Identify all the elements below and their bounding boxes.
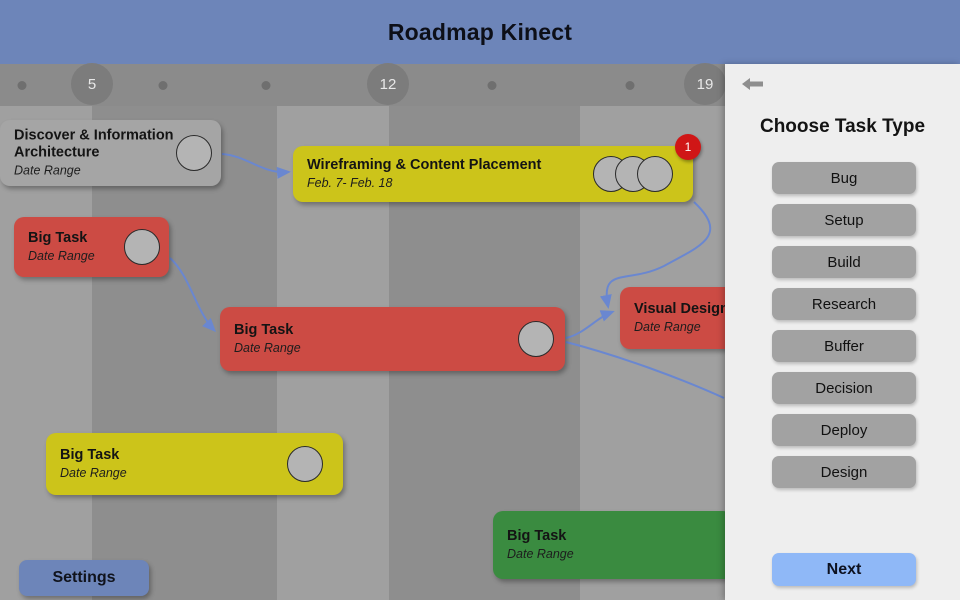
task-type-list: Bug Setup Build Research Buffer Decision Deplo…	[772, 162, 916, 498]
task-card-subtitle: Feb. 7- Feb. 18	[307, 176, 393, 190]
task-card-title: Wireframing & Content Placement	[307, 157, 542, 173]
task-card-body: Big Task Date Range	[60, 447, 127, 481]
avatar[interactable]	[124, 229, 160, 265]
task-card-body: Big Task Date Range	[234, 322, 301, 356]
task-card-body: Big Task Date Range	[28, 230, 95, 264]
task-card-wireframing[interactable]: Wireframing & Content Placement Feb. 7- F…	[293, 134, 701, 202]
task-card-body: Wireframing & Content Placement Feb. 7- F…	[307, 157, 541, 191]
task-card-subtitle: Date Range	[234, 341, 301, 355]
task-card-subtitle: Date Range	[28, 249, 95, 263]
avatar[interactable]	[176, 135, 212, 171]
app-header: Roadmap Kinect	[0, 0, 960, 64]
task-card-subtitle: Date Range	[634, 320, 701, 334]
panel-title: Choose Task Type	[759, 116, 926, 137]
task-card-subtitle: Date Range	[14, 163, 81, 178]
task-card-body: Big Task Date Range	[507, 528, 574, 562]
choose-task-type-panel: Choose Task Type Bug Setup Build Research Bu…	[725, 64, 960, 600]
task-card-subtitle: Date Range	[60, 466, 127, 480]
avatar[interactable]	[637, 156, 673, 192]
avatar-group[interactable]	[176, 135, 212, 171]
task-card-body: Discover & Information Architecture Date …	[14, 128, 186, 179]
task-type-button-setup[interactable]: Setup	[772, 204, 916, 236]
status-badge[interactable]: 1	[675, 134, 701, 160]
task-card-big-task-red-2[interactable]: Big Task Date Range	[220, 307, 565, 371]
task-card-title: Big Task	[60, 447, 120, 463]
task-card-big-task-green[interactable]: Big Task Date Range	[493, 511, 733, 579]
page-title: Roadmap Kinect	[387, 18, 573, 45]
settings-button[interactable]: Settings	[19, 560, 149, 596]
task-card-discover[interactable]: Discover & Information Architecture Date …	[0, 120, 221, 186]
task-card-body: Visual Design Date Range	[634, 301, 729, 335]
task-card-subtitle: Date Range	[507, 547, 574, 561]
task-card-title: Big Task	[234, 322, 294, 338]
avatar[interactable]	[518, 321, 554, 357]
app-root: Roadmap Kinect 5 12 19 Discover & Inform…	[0, 0, 960, 600]
task-type-button-decision[interactable]: Decision	[772, 372, 916, 404]
task-card-title: Big Task	[28, 230, 88, 246]
task-card-title: Visual Design	[634, 301, 729, 317]
task-type-button-bug[interactable]: Bug	[772, 162, 916, 194]
task-type-button-build[interactable]: Build	[772, 246, 916, 278]
timeline-dot	[17, 81, 27, 90]
task-type-button-design[interactable]: Design	[772, 456, 916, 488]
avatar-group[interactable]	[124, 229, 160, 265]
timeline-dot	[261, 81, 271, 90]
avatar-group[interactable]	[593, 156, 673, 192]
task-card-title: Discover & Information Architecture	[14, 127, 174, 161]
timeline-marker-5[interactable]: 5	[71, 63, 113, 105]
avatar-group[interactable]	[518, 321, 554, 357]
back-arrow-icon[interactable]	[738, 69, 768, 99]
avatar[interactable]	[287, 446, 323, 482]
timeline-dot	[625, 81, 635, 90]
timeline-marker-12[interactable]: 12	[367, 63, 409, 105]
task-card-big-task-red-1[interactable]: Big Task Date Range	[14, 217, 169, 277]
timeline-dot	[487, 81, 497, 90]
task-type-button-deploy[interactable]: Deploy	[772, 414, 916, 446]
task-type-button-research[interactable]: Research	[772, 288, 916, 320]
task-type-button-buffer[interactable]: Buffer	[772, 330, 916, 362]
task-card-title: Big Task	[507, 528, 567, 544]
timeline-marker-19[interactable]: 19	[684, 63, 726, 105]
timeline-dot	[158, 81, 168, 90]
next-button[interactable]: Next	[772, 553, 916, 586]
avatar-group[interactable]	[287, 446, 323, 482]
task-card-big-task-yellow[interactable]: Big Task Date Range	[46, 433, 343, 495]
